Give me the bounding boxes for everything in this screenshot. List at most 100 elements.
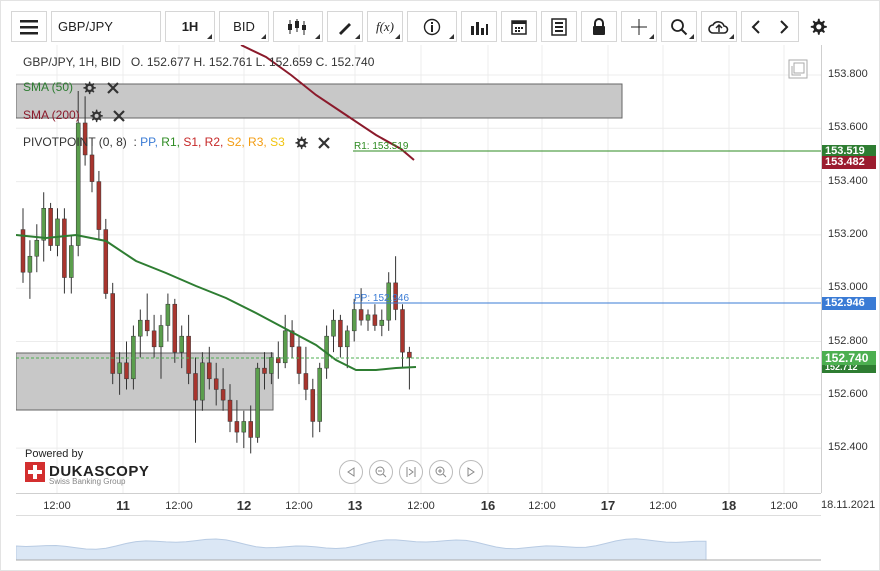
chart-canvas: R1: 153.519 PP: 152.946 bbox=[16, 45, 821, 493]
scroll-left-button[interactable] bbox=[339, 460, 363, 484]
crosshair-button[interactable] bbox=[621, 11, 657, 42]
symbol-value: GBP/JPY bbox=[58, 19, 113, 34]
price-axis[interactable]: 153.800 153.600 153.400 153.200 153.000 152.8… bbox=[821, 45, 880, 493]
period-select[interactable]: 1H bbox=[165, 11, 215, 42]
candle-body bbox=[400, 309, 405, 353]
chevron-right-icon[interactable] bbox=[779, 19, 789, 35]
calendar-button[interactable] bbox=[501, 11, 537, 42]
candle-body bbox=[358, 309, 364, 321]
candle-body bbox=[241, 421, 247, 433]
document-icon bbox=[551, 17, 567, 36]
current-date-label: 18.11.2021 bbox=[821, 499, 876, 511]
pp-label: PP: 152.946 bbox=[354, 293, 409, 304]
volume-button[interactable] bbox=[461, 11, 497, 42]
gear-icon[interactable] bbox=[294, 136, 308, 150]
pivot-level-s3: S3 bbox=[270, 135, 285, 149]
zoom-out-button[interactable] bbox=[369, 460, 393, 484]
candle-body bbox=[96, 181, 102, 230]
candle-body bbox=[213, 378, 219, 390]
symbol-input[interactable]: GBP/JPY bbox=[51, 11, 161, 42]
time-tick: 12:00 bbox=[285, 500, 313, 512]
info-icon bbox=[423, 18, 441, 35]
time-tick: 11 bbox=[116, 498, 130, 513]
candle-body bbox=[131, 335, 136, 380]
candle-body bbox=[372, 314, 378, 326]
candle-body bbox=[296, 346, 302, 374]
settings-button[interactable] bbox=[803, 11, 833, 42]
sma50-label: SMA (50) bbox=[23, 80, 74, 94]
cloud-save-button[interactable] bbox=[701, 11, 737, 42]
candle-body bbox=[103, 229, 109, 294]
zoom-in-icon bbox=[435, 466, 447, 478]
template-button[interactable] bbox=[541, 11, 577, 42]
candle-body bbox=[62, 218, 67, 278]
reset-icon bbox=[406, 467, 416, 477]
price-tick: 153.000 bbox=[828, 281, 868, 294]
candle-body bbox=[158, 325, 164, 348]
navigator-strip[interactable] bbox=[15, 515, 821, 561]
price-tick: 152.400 bbox=[828, 441, 868, 454]
candle-body bbox=[110, 293, 115, 374]
candle-body bbox=[27, 255, 33, 273]
gear-icon[interactable] bbox=[82, 81, 97, 95]
zoom-in-button[interactable] bbox=[429, 460, 453, 484]
price-chart[interactable]: R1: 153.519 PP: 152.946 GBP/JPY, 1H, BID… bbox=[16, 45, 821, 493]
close-icon[interactable] bbox=[112, 109, 126, 123]
time-axis[interactable]: 12:00 11 12:00 12 12:00 13 12:00 16 12:00 17 12:00… bbox=[16, 493, 821, 516]
candle-body bbox=[234, 421, 240, 433]
close-price-tag: 152.740 bbox=[822, 351, 876, 365]
scroll-right-button[interactable] bbox=[459, 460, 483, 484]
pivot-level-s1: S1, bbox=[183, 135, 205, 149]
price-tick: 152.800 bbox=[828, 334, 868, 347]
candle-body bbox=[179, 335, 184, 353]
candle-body bbox=[144, 319, 150, 332]
time-tick: 16 bbox=[480, 498, 496, 513]
time-tick: 12:00 bbox=[770, 500, 798, 512]
bar-chart-icon bbox=[471, 21, 488, 35]
time-tick: 13 bbox=[347, 498, 363, 513]
dukascopy-logo[interactable]: DUKASCOPY Swiss Banking Group bbox=[25, 462, 149, 486]
ohlc-values: O. 152.677 H. 152.761 L. 152.659 C. 152.… bbox=[130, 55, 375, 69]
pencil-icon bbox=[339, 22, 351, 35]
candlestick-icon bbox=[288, 18, 306, 35]
gear-icon[interactable] bbox=[89, 109, 103, 123]
candle-body bbox=[351, 309, 357, 332]
triangle-right-icon bbox=[467, 467, 475, 477]
expand-icon[interactable] bbox=[788, 59, 808, 79]
price-type-select[interactable]: BID bbox=[219, 11, 269, 42]
chart-type-button[interactable] bbox=[273, 11, 323, 42]
powered-by-text: Powered by bbox=[25, 448, 84, 460]
candle-body bbox=[138, 319, 143, 337]
time-tick: 12 bbox=[236, 498, 252, 513]
sma50-legend: SMA (50) bbox=[23, 80, 120, 95]
candle-body bbox=[269, 357, 274, 374]
drawing-tools-button[interactable] bbox=[327, 11, 363, 42]
reset-zoom-button[interactable] bbox=[399, 460, 423, 484]
candle-body bbox=[89, 154, 95, 182]
symbol-line: GBP/JPY, 1H, BID bbox=[23, 55, 121, 69]
candle-body bbox=[165, 303, 171, 326]
time-tick: 18 bbox=[721, 498, 737, 513]
support-zone bbox=[16, 352, 274, 411]
pivot-levels: PP, R1, S1, R2, S2, R3, S3 bbox=[140, 135, 285, 149]
scroll-buttons bbox=[741, 11, 799, 42]
candle-body bbox=[331, 319, 336, 337]
brand-subtitle: Swiss Banking Group bbox=[49, 477, 126, 486]
lock-button[interactable] bbox=[581, 11, 617, 42]
pivot-legend: PIVOTPOINT (0, 8) : PP, R1, S1, R2, S2, … bbox=[23, 135, 331, 150]
info-button[interactable] bbox=[407, 11, 457, 42]
candle-body bbox=[117, 362, 122, 374]
pivot-level-r3: R3, bbox=[248, 135, 271, 149]
sma200-label: SMA (200) bbox=[23, 108, 80, 122]
candle-body bbox=[172, 303, 178, 353]
chevron-left-icon[interactable] bbox=[751, 19, 761, 35]
indicators-button[interactable]: f(x) bbox=[367, 11, 403, 42]
r1-label: R1: 153.519 bbox=[354, 141, 409, 152]
zoom-button[interactable] bbox=[661, 11, 697, 42]
candle-body bbox=[193, 373, 198, 401]
hamburger-menu-button[interactable] bbox=[11, 11, 47, 42]
close-icon[interactable] bbox=[106, 81, 120, 95]
pivot-level-r2: R2, bbox=[204, 135, 227, 149]
close-icon[interactable] bbox=[317, 136, 331, 150]
price-tick: 153.200 bbox=[828, 227, 868, 240]
